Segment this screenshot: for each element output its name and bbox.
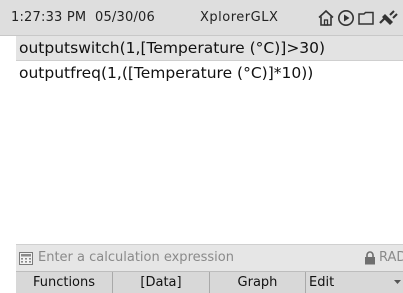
home-icon[interactable] xyxy=(317,9,335,27)
xplorer-glx-calculator-screen: 1:27:33 PM 05/30/06 XplorerGLX outputswi… xyxy=(0,0,403,293)
status-date: 05/30/06 xyxy=(94,10,155,25)
expression-input[interactable]: Enter a calculation expression RAD xyxy=(16,244,403,271)
status-datetime: 1:27:33 PM 05/30/06 xyxy=(11,10,155,25)
angle-mode-label: RAD xyxy=(379,250,403,265)
power-plug-icon xyxy=(379,10,398,25)
edit-softkey[interactable]: Edit xyxy=(306,272,403,293)
input-placeholder: Enter a calculation expression xyxy=(38,250,234,265)
expression-list: outputswitch(1,[Temperature (°C)]>30) ou… xyxy=(16,36,403,244)
chevron-down-icon xyxy=(394,280,401,284)
graph-softkey[interactable]: Graph xyxy=(210,272,306,293)
play-icon[interactable] xyxy=(337,9,355,27)
app-name: XplorerGLX xyxy=(200,10,279,25)
data-softkey[interactable]: [Data] xyxy=(113,272,210,293)
expression-row-2[interactable]: outputfreq(1,([Temperature (°C)]*10)) xyxy=(16,61,403,85)
lock-icon xyxy=(365,251,375,265)
folder-icon[interactable] xyxy=(357,9,375,27)
expression-row-1[interactable]: outputswitch(1,[Temperature (°C)]>30) xyxy=(16,36,403,60)
functions-softkey[interactable]: Functions xyxy=(16,272,113,293)
status-time: 1:27:33 PM xyxy=(11,10,87,25)
calculator-icon xyxy=(19,252,33,265)
status-bar: 1:27:33 PM 05/30/06 XplorerGLX xyxy=(0,0,403,36)
softkey-bar: Functions [Data] Graph Edit xyxy=(16,271,403,293)
